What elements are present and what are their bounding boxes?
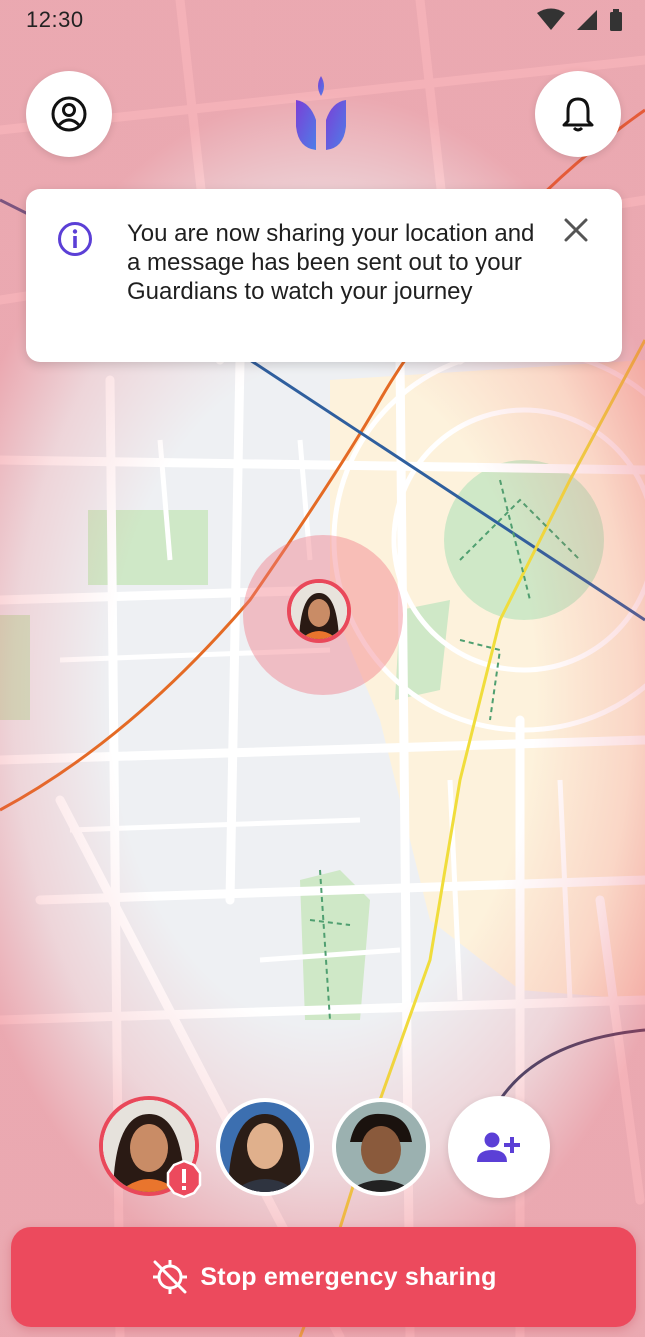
profile-button[interactable] <box>26 71 112 157</box>
tulip-logo <box>296 76 346 150</box>
park-west <box>88 510 208 585</box>
user-avatar-image <box>291 583 347 639</box>
status-icons <box>537 8 623 32</box>
cell-signal-icon <box>577 10 597 30</box>
battery-icon <box>610 9 622 31</box>
close-icon[interactable] <box>563 217 589 243</box>
add-guardian-button[interactable] <box>448 1096 550 1198</box>
notifications-button[interactable] <box>535 71 621 157</box>
status-time: 12:30 <box>26 7 84 32</box>
person-add-icon <box>477 1132 520 1162</box>
location-off-icon <box>153 1260 188 1294</box>
status-bar: 12:30 <box>0 0 645 40</box>
sharing-info-banner: You are now sharing your location and a … <box>26 189 622 362</box>
guardian-avatar-image <box>220 1102 310 1192</box>
guardian-avatar-2[interactable] <box>332 1098 430 1196</box>
account-circle-icon <box>51 96 87 132</box>
park-edge <box>0 615 30 720</box>
stop-emergency-sharing-button[interactable]: Stop emergency sharing <box>11 1227 636 1327</box>
stop-sharing-label: Stop emergency sharing <box>200 1262 497 1291</box>
guardian-avatar-image <box>336 1102 426 1192</box>
guardian-avatar-1[interactable] <box>216 1098 314 1196</box>
banner-message: You are now sharing your location and a … <box>127 220 535 305</box>
info-icon <box>58 222 92 256</box>
bell-icon <box>562 97 594 132</box>
alert-badge-icon <box>166 1160 202 1198</box>
user-location-marker[interactable] <box>287 579 351 643</box>
wifi-icon <box>537 8 565 30</box>
